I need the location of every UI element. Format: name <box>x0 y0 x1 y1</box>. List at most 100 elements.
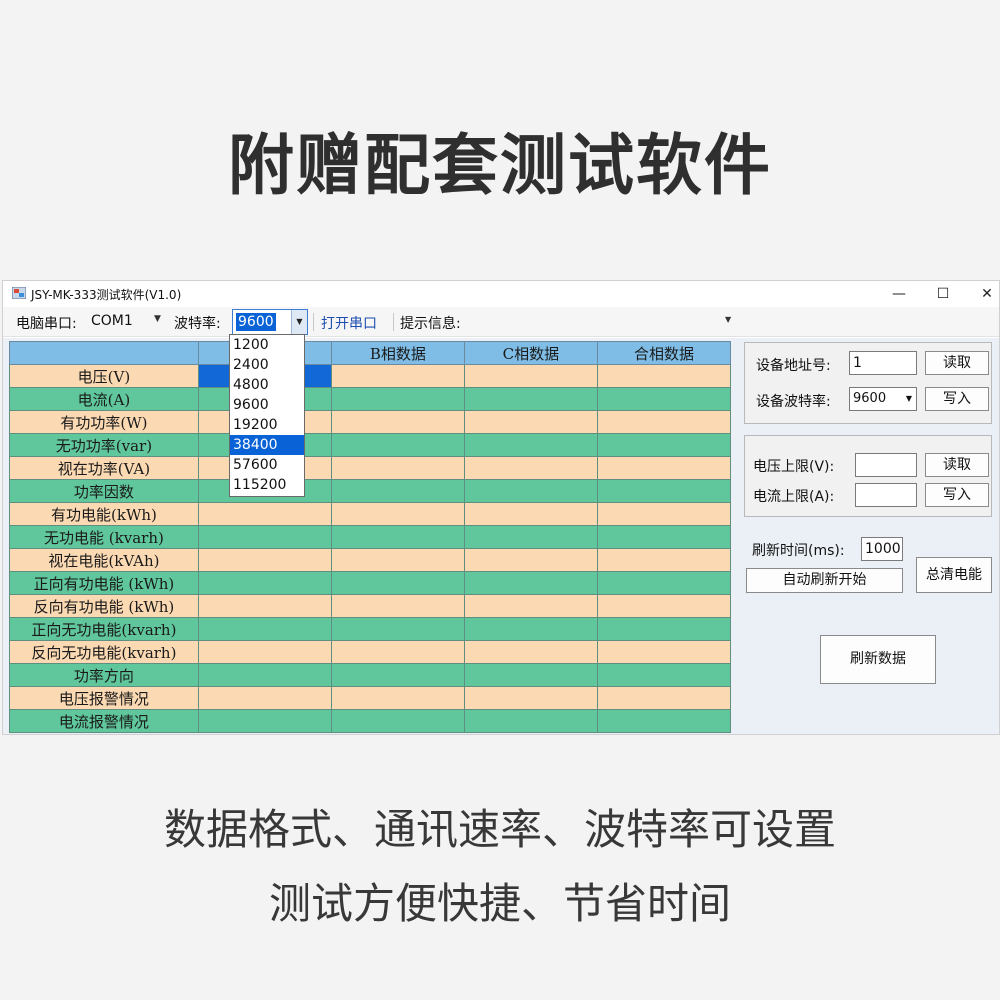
table-cell[interactable] <box>197 548 332 572</box>
device-read-button[interactable]: 读取 <box>925 351 989 375</box>
table-cell[interactable] <box>463 709 598 733</box>
table-cell[interactable] <box>463 617 598 641</box>
table-cell[interactable] <box>330 364 465 388</box>
table-cell[interactable] <box>596 594 732 618</box>
table-cell[interactable] <box>330 479 465 503</box>
baud-option[interactable]: 38400 <box>230 435 304 455</box>
table-cell[interactable] <box>330 433 465 457</box>
table-cell[interactable] <box>330 548 465 572</box>
table-cell[interactable] <box>197 640 332 664</box>
maximize-button[interactable]: ☐ <box>921 281 965 307</box>
table-cell[interactable] <box>596 571 732 595</box>
baud-label: 波特率: <box>174 316 221 332</box>
table-cell[interactable] <box>596 663 732 687</box>
table-cell[interactable] <box>463 571 598 595</box>
table-cell[interactable] <box>596 617 732 641</box>
title-bar[interactable]: JSY-MK-333测试软件(V1.0) — ☐ ✕ <box>3 281 999 307</box>
voltage-limit-input[interactable] <box>855 453 917 477</box>
table-cell[interactable] <box>197 502 332 526</box>
limit-read-button[interactable]: 读取 <box>925 453 989 477</box>
device-baud-select[interactable]: 9600 ▼ <box>849 387 917 411</box>
table-cell[interactable] <box>330 709 465 733</box>
baud-option[interactable]: 2400 <box>230 355 304 375</box>
table-cell[interactable] <box>463 479 598 503</box>
table-cell[interactable] <box>596 709 732 733</box>
table-cell[interactable] <box>330 387 465 411</box>
table-cell[interactable] <box>596 387 732 411</box>
baud-option[interactable]: 57600 <box>230 455 304 475</box>
table-row: 无功电能 (kvarh) <box>9 525 732 549</box>
table-cell[interactable] <box>463 502 598 526</box>
refresh-data-button[interactable]: 刷新数据 <box>820 635 936 684</box>
table-cell[interactable] <box>330 663 465 687</box>
table-cell[interactable] <box>463 594 598 618</box>
table-cell[interactable] <box>197 617 332 641</box>
table-cell[interactable] <box>463 433 598 457</box>
minimize-button[interactable]: — <box>877 281 921 307</box>
table-cell[interactable] <box>463 387 598 411</box>
table-cell[interactable] <box>596 456 732 480</box>
table-body: 电压(V) 电流(A) 有功功率(W) 无功功率(var) 视在功率(VA) 功率因数 有功… <box>9 364 732 733</box>
table-cell[interactable] <box>596 548 732 572</box>
port-select[interactable]: COM1 <box>91 313 133 329</box>
port-dropdown-arrow-icon[interactable]: ▼ <box>154 314 161 324</box>
baud-option[interactable]: 1200 <box>230 335 304 355</box>
row-label: 功率因数 <box>9 479 199 503</box>
table-cell[interactable] <box>463 548 598 572</box>
current-limit-input[interactable] <box>855 483 917 507</box>
table-cell[interactable] <box>463 686 598 710</box>
table-cell[interactable] <box>596 479 732 503</box>
table-cell[interactable] <box>330 410 465 434</box>
table-cell[interactable] <box>596 433 732 457</box>
table-cell[interactable] <box>197 525 332 549</box>
table-cell[interactable] <box>330 571 465 595</box>
baud-dropdown-arrow-icon[interactable]: ▼ <box>291 310 307 334</box>
table-cell[interactable] <box>330 594 465 618</box>
table-cell[interactable] <box>463 456 598 480</box>
table-cell[interactable] <box>596 525 732 549</box>
table-cell[interactable] <box>197 709 332 733</box>
table-cell[interactable] <box>596 686 732 710</box>
table-cell[interactable] <box>330 525 465 549</box>
table-cell[interactable] <box>463 640 598 664</box>
table-cell[interactable] <box>330 617 465 641</box>
table-cell[interactable] <box>463 663 598 687</box>
table-cell[interactable] <box>330 456 465 480</box>
hint-label: 提示信息: <box>400 316 461 332</box>
table-cell[interactable] <box>330 686 465 710</box>
open-port-button[interactable]: 打开串口 <box>321 313 377 333</box>
refresh-interval-input[interactable]: 1000 <box>861 537 903 561</box>
table-cell[interactable] <box>463 364 598 388</box>
table-cell[interactable] <box>596 502 732 526</box>
toolbar-separator <box>393 313 394 331</box>
chevron-down-icon[interactable]: ▼ <box>906 388 912 410</box>
hint-dropdown-arrow-icon[interactable]: ▼ <box>725 315 731 324</box>
baud-option[interactable]: 115200 <box>230 475 304 495</box>
table-cell[interactable] <box>330 502 465 526</box>
baud-option[interactable]: 9600 <box>230 395 304 415</box>
table-cell[interactable] <box>330 640 465 664</box>
table-cell[interactable] <box>596 364 732 388</box>
limit-write-button[interactable]: 写入 <box>925 483 989 507</box>
table-cell[interactable] <box>197 594 332 618</box>
table-cell[interactable] <box>596 410 732 434</box>
device-write-button[interactable]: 写入 <box>925 387 989 411</box>
table-row: 正向有功电能 (kWh) <box>9 571 732 595</box>
table-cell[interactable] <box>197 686 332 710</box>
row-label: 电压报警情况 <box>9 686 199 710</box>
baud-option[interactable]: 4800 <box>230 375 304 395</box>
table-cell[interactable] <box>463 410 598 434</box>
close-button[interactable]: ✕ <box>965 281 999 307</box>
baud-dropdown-list[interactable]: 1200 2400 4800 9600 19200 38400 57600 115200 <box>229 334 305 497</box>
table-cell[interactable] <box>197 571 332 595</box>
table-cell[interactable] <box>463 525 598 549</box>
table-cell[interactable] <box>197 663 332 687</box>
clear-energy-button[interactable]: 总清电能 <box>916 557 992 593</box>
baud-option[interactable]: 19200 <box>230 415 304 435</box>
table-row: 正向无功电能(kvarh) <box>9 617 732 641</box>
baud-select[interactable]: 9600 ▼ <box>232 309 308 335</box>
table-cell[interactable] <box>596 640 732 664</box>
device-address-input[interactable]: 1 <box>849 351 917 375</box>
auto-refresh-button[interactable]: 自动刷新开始 <box>746 568 903 593</box>
baud-select-value[interactable]: 9600 <box>236 313 276 331</box>
